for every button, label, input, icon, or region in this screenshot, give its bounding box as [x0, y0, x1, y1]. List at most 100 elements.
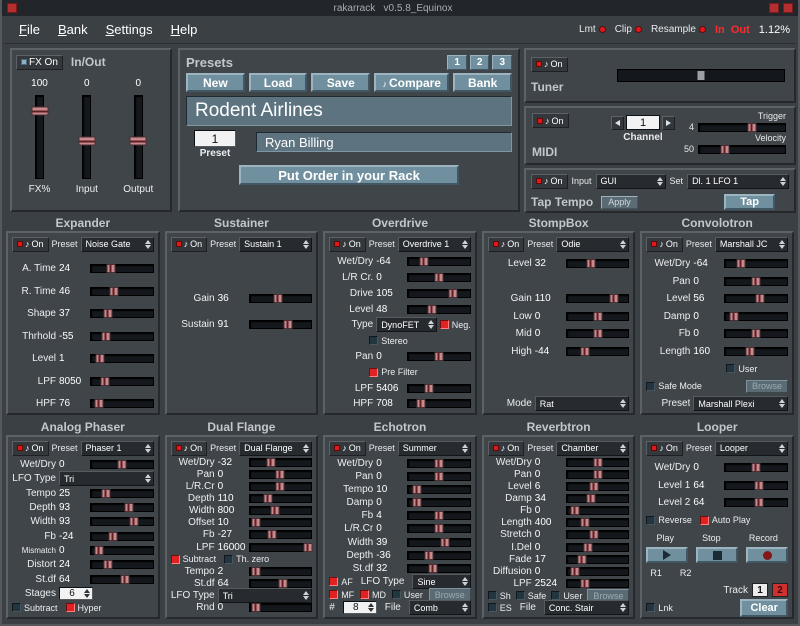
overdrive-checkbox-neg[interactable]: Neg.	[440, 320, 471, 330]
phaser-checkbox-hyper[interactable]: Hyper	[66, 603, 102, 613]
echotron-checkbox-md[interactable]: MD	[360, 590, 386, 600]
reverbtron-on-button[interactable]: On	[488, 441, 525, 456]
slider-handle[interactable]	[31, 106, 48, 115]
looper-level-2-slider[interactable]	[724, 498, 788, 507]
slider-handle[interactable]	[100, 377, 109, 386]
slider-handle[interactable]	[587, 494, 596, 503]
dualflange-depth-slider[interactable]	[249, 494, 313, 503]
menu-settings[interactable]: Settings	[97, 22, 162, 37]
preset-number-spinner[interactable]: 1	[194, 130, 236, 147]
convolotron-preset-dropdown[interactable]: Marshall JC	[715, 237, 788, 252]
dualflange-tempo-slider[interactable]	[249, 567, 313, 576]
convolotron-checkbox-user[interactable]: User	[726, 364, 757, 374]
slider-handle[interactable]	[448, 289, 457, 298]
stompbox-gain-slider[interactable]	[566, 294, 630, 303]
echotron-checkbox-af[interactable]: AF	[329, 577, 353, 587]
dualflange-st-df-slider[interactable]	[249, 579, 313, 588]
slider-handle[interactable]	[584, 543, 593, 552]
slider-handle[interactable]	[304, 543, 313, 552]
slider-handle[interactable]	[752, 277, 761, 286]
slider-handle[interactable]	[593, 458, 602, 467]
dualflange-pan-slider[interactable]	[249, 470, 313, 479]
slider-handle[interactable]	[590, 530, 599, 539]
slider-handle[interactable]	[120, 575, 129, 584]
channel-down-button[interactable]	[611, 116, 624, 130]
reverbtron-stretch-slider[interactable]	[566, 530, 630, 539]
slider-handle[interactable]	[427, 305, 436, 314]
reverbtron-checkbox-es[interactable]: ES	[488, 603, 512, 613]
menu-help[interactable]: Help	[162, 22, 207, 37]
phaser-wet-dry-slider[interactable]	[90, 460, 154, 469]
slider-handle[interactable]	[251, 567, 260, 576]
phaser-tempo-slider[interactable]	[90, 489, 154, 498]
slider-handle[interactable]	[581, 579, 590, 588]
reverbtron-wet-dry-slider[interactable]	[566, 458, 630, 467]
slider-handle[interactable]	[78, 137, 95, 146]
echotron-checkbox-mf[interactable]: MF	[329, 590, 354, 600]
slider-handle[interactable]	[752, 463, 761, 472]
slider-handle[interactable]	[434, 524, 443, 533]
slider-handle[interactable]	[729, 312, 738, 321]
stompbox-mid-slider[interactable]	[566, 329, 630, 338]
preset-author-display[interactable]: Ryan Billing	[256, 132, 512, 152]
menu-file[interactable]: File	[10, 22, 49, 37]
convolotron-on-button[interactable]: On	[646, 237, 683, 252]
echotron-browse-button[interactable]: Browse	[429, 588, 471, 601]
sustainer-preset-dropdown[interactable]: Sustain 1	[239, 237, 312, 252]
slider-handle[interactable]	[413, 485, 422, 494]
fx-percent-slider[interactable]	[35, 95, 44, 179]
phaser-on-button[interactable]: On	[12, 441, 49, 456]
dualflange-checkbox-th-zero[interactable]: Th. zero	[224, 554, 269, 564]
overdrive-drive-slider[interactable]	[407, 289, 471, 298]
slider-handle[interactable]	[593, 312, 602, 321]
echotron-tempo-slider[interactable]	[407, 485, 471, 494]
phaser-checkbox-subtract[interactable]: Subtract	[12, 603, 58, 613]
reverbtron-damp-slider[interactable]	[566, 494, 630, 503]
overdrive-on-button[interactable]: On	[329, 237, 366, 252]
dualflange-preset-dropdown[interactable]: Dual Flange	[239, 441, 312, 456]
phaser-preset-dropdown[interactable]: Phaser 1	[81, 441, 154, 456]
overdrive-wet-dry-slider[interactable]	[407, 257, 471, 266]
reverbtron-i-del-slider[interactable]	[566, 543, 630, 552]
slider-handle[interactable]	[101, 332, 110, 341]
phaser-mismatch-slider[interactable]	[90, 546, 154, 555]
window-menu-button[interactable]	[7, 3, 17, 13]
minimize-button[interactable]	[769, 3, 779, 13]
looper-stop-button[interactable]	[696, 547, 738, 563]
fx-on-button[interactable]: FX On	[16, 55, 63, 70]
phaser-lfo-type-dropdown[interactable]: Tri	[59, 471, 154, 486]
dualflange-rnd-slider[interactable]	[249, 603, 313, 612]
reverbtron-file-dropdown[interactable]: Conc. Stair	[544, 600, 629, 615]
slider-handle[interactable]	[755, 294, 764, 303]
slider-handle[interactable]	[110, 287, 119, 296]
tap-button[interactable]: Tap	[724, 194, 775, 210]
output-slider[interactable]	[134, 95, 143, 179]
tap-set-dropdown[interactable]: Dl. 1 LFO 1	[687, 174, 789, 189]
dualflange-checkbox-subtract[interactable]: Subtract	[171, 554, 217, 564]
slider-handle[interactable]	[108, 532, 117, 541]
looper-level-1-slider[interactable]	[724, 481, 788, 490]
slider-handle[interactable]	[276, 482, 285, 491]
stompbox-preset-dropdown[interactable]: Odie	[556, 237, 629, 252]
expander-level-slider[interactable]	[90, 354, 154, 363]
slider-handle[interactable]	[102, 489, 111, 498]
echotron-file-dropdown[interactable]: Comb	[409, 600, 471, 615]
slider-handle[interactable]	[125, 503, 134, 512]
slider-handle[interactable]	[746, 347, 755, 356]
slider-handle[interactable]	[581, 518, 590, 527]
convolotron-browse-button[interactable]: Browse	[746, 380, 788, 393]
slider-handle[interactable]	[279, 579, 288, 588]
echotron-checkbox-user[interactable]: User	[392, 590, 423, 600]
stompbox-mode-dropdown[interactable]: Rat	[535, 396, 630, 411]
echotron-width-slider[interactable]	[407, 538, 471, 547]
convolotron-wet-dry-slider[interactable]	[724, 259, 788, 268]
rack-order-button[interactable]: Put Order in your Rack	[239, 165, 459, 185]
slider-handle[interactable]	[412, 498, 421, 507]
overdrive-type-dropdown[interactable]: DynoFET	[376, 317, 437, 332]
echotron-lfo-type-dropdown[interactable]: Sine	[412, 574, 470, 589]
slider-handle[interactable]	[434, 273, 443, 282]
phaser-stages-spinner[interactable]: 6	[59, 587, 93, 600]
slider-handle[interactable]	[276, 470, 285, 479]
stompbox-low-slider[interactable]	[566, 312, 630, 321]
apply-button[interactable]: Apply	[601, 196, 638, 209]
